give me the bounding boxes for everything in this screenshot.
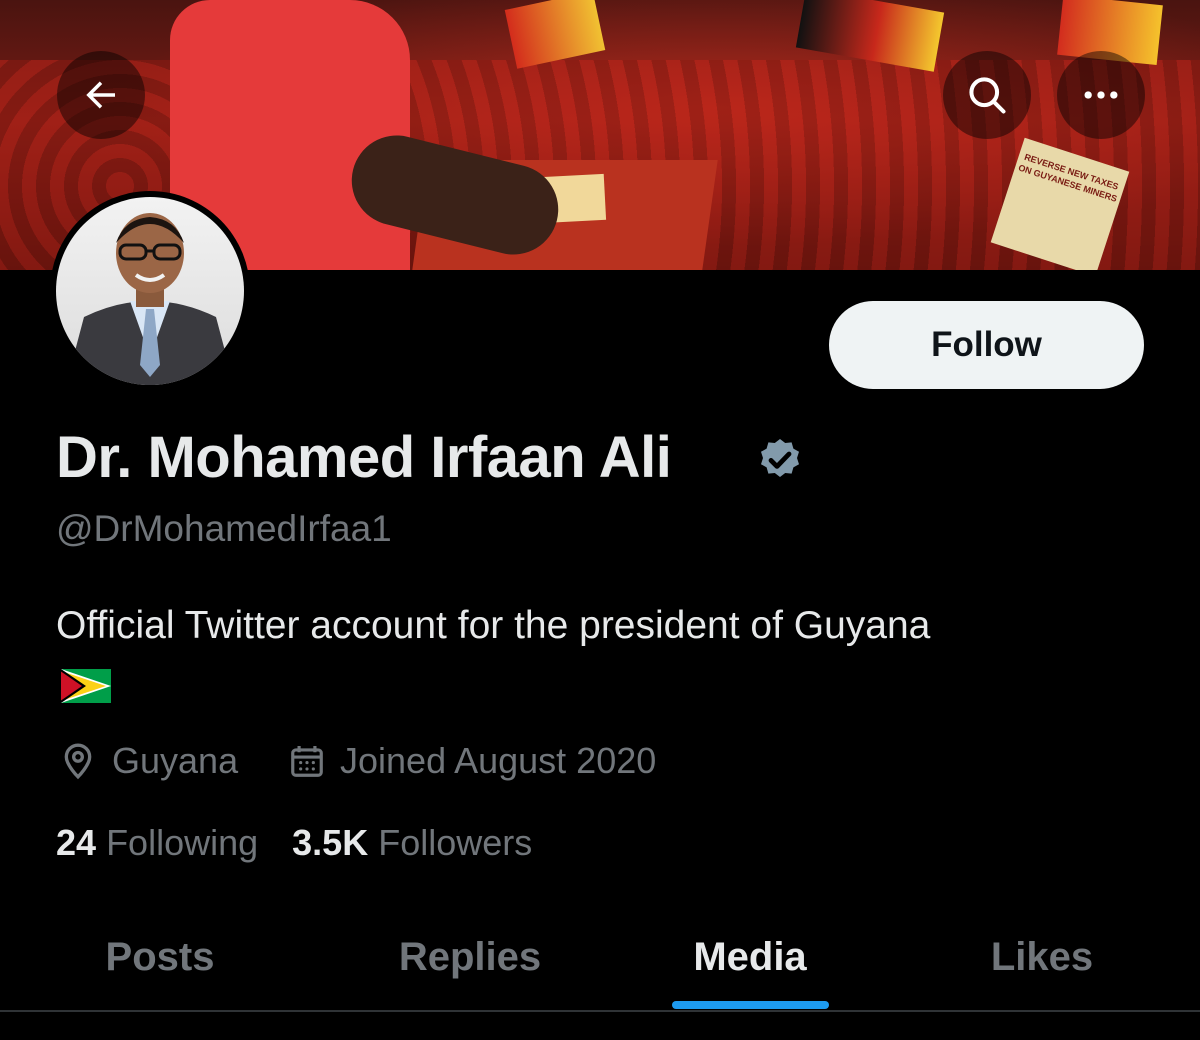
tabs-divider <box>0 1010 1200 1012</box>
profile-tabs: Posts Replies Media Likes <box>0 905 1200 1010</box>
search-icon <box>969 77 1006 114</box>
guyana-flag-emoji <box>61 669 111 703</box>
profile-location: Guyana <box>58 740 238 782</box>
arrow-left-icon <box>86 81 115 109</box>
location-text: Guyana <box>112 740 239 781</box>
profile-bio: Official Twitter account for the preside… <box>56 604 931 647</box>
following-link[interactable]: 24 Following <box>56 822 258 864</box>
profile-joined-date: Joined August 2020 <box>288 740 656 782</box>
active-tab-indicator <box>672 1001 829 1009</box>
tab-media[interactable]: Media <box>590 905 910 1010</box>
calendar-icon <box>291 745 323 777</box>
avatar[interactable] <box>50 191 250 391</box>
more-button[interactable] <box>1057 51 1145 139</box>
follow-button[interactable]: Follow <box>829 301 1144 389</box>
followers-count: 3.5K <box>292 822 369 863</box>
joined-text: Joined August 2020 <box>340 740 657 781</box>
followers-link[interactable]: 3.5K Followers <box>292 822 532 864</box>
avatar-photo <box>56 197 244 385</box>
banner-flag <box>504 0 606 69</box>
following-count: 24 <box>56 822 97 863</box>
back-button[interactable] <box>57 51 145 139</box>
search-button[interactable] <box>943 51 1031 139</box>
tab-posts[interactable]: Posts <box>0 905 320 1010</box>
tab-likes[interactable]: Likes <box>882 905 1200 1010</box>
profile-name: Dr. Mohamed Irfaan Ali <box>56 425 672 490</box>
tab-replies[interactable]: Replies <box>310 905 630 1010</box>
profile-stats: 24 Following 3.5K Followers <box>56 822 556 864</box>
location-pin-icon <box>64 743 92 780</box>
profile-handle: @DrMohamedIrfaa1 <box>56 508 392 549</box>
following-label: Following <box>106 822 259 863</box>
more-horizontal-icon <box>1084 91 1118 99</box>
avatar-portrait <box>66 213 234 385</box>
verified-badge-icon[interactable] <box>756 436 804 484</box>
followers-label: Followers <box>378 822 533 863</box>
